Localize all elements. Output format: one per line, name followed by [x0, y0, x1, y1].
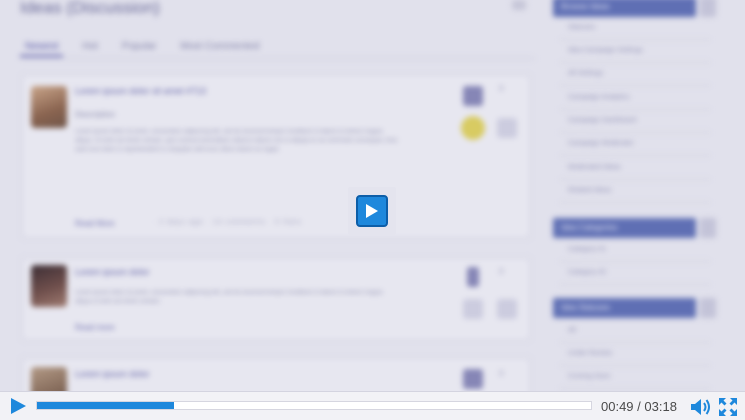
progress-fill [37, 402, 175, 409]
tab-most-commented: Most Commented [180, 41, 260, 52]
post-title: Lorem ipsum dolor [75, 369, 150, 379]
sidebar-item-label: Related Ideas [568, 187, 612, 194]
sidebar-section-title: Idea Statuses [561, 303, 610, 312]
player-control-bar: 00:49 / 03:18 [0, 391, 745, 420]
sidebar-item: Under Review [560, 344, 710, 366]
sidebar-item: Campaign Dashboard [560, 111, 710, 133]
sidebar-item-label: Coming Soon [568, 373, 611, 380]
volume-icon [691, 399, 710, 415]
sidebar-section-title: Idea Categories [561, 223, 618, 232]
progress-bar[interactable] [36, 401, 592, 410]
post-card: Lorem ipsum dolor 0 [22, 358, 530, 391]
sidebar-section-header: Browse Ideas [553, 0, 696, 17]
sidebar-item: Statuses [560, 18, 710, 40]
sidebar-section-header: Idea Statuses [553, 298, 696, 318]
play-icon [11, 398, 26, 414]
sidebar-item-label: Category #2 [568, 269, 607, 276]
sidebar-item-label: Campaign Moderator [568, 140, 634, 147]
vote-count: 0 [499, 267, 504, 276]
tab-bar: Newest Hot Popular Most Commented [20, 38, 264, 57]
upvote-icon [463, 86, 483, 106]
play-button[interactable] [6, 396, 30, 416]
post-text: Lorem ipsum dolor sit amet, consectetur … [75, 290, 383, 305]
post-meta: · 2 days ago · 14 comments · 5 likes [153, 219, 302, 226]
sidebar-item: Moderated Ideas [560, 158, 710, 180]
fullscreen-button[interactable] [718, 397, 738, 417]
sidebar-section-toggle [700, 218, 716, 238]
upvote-icon [463, 369, 483, 389]
award-icon [461, 116, 485, 140]
post-subtitle: Description [75, 110, 116, 119]
comment-icon [497, 118, 517, 138]
sidebar-item: Campaign Moderator [560, 134, 710, 156]
sidebar-item: Campaign Analytics [560, 88, 710, 110]
avatar [31, 367, 67, 391]
vote-count: 0 [499, 369, 504, 378]
tab-newest: Newest [20, 38, 64, 57]
sidebar-section-header: Idea Categories [553, 218, 696, 238]
post-read-more-link: Read more [75, 323, 115, 332]
sidebar-item-label: Idea Campaign Settings [568, 47, 643, 54]
post-title: Lorem ipsum dolor sit amet #713 [75, 86, 207, 96]
sidebar-item: Coming Soon [560, 367, 710, 389]
sidebar-item: Category #2 [560, 263, 710, 285]
sidebar-item-label: Statuses [568, 24, 596, 31]
sidebar-item: All [560, 321, 710, 343]
post-title: Lorem ipsum dolor [75, 267, 150, 277]
sidebar-section-toggle [700, 298, 716, 318]
sidebar-item: Related Ideas [560, 181, 710, 203]
share-icon [463, 299, 483, 319]
sidebar-item-label: Under Review [568, 350, 612, 357]
sidebar-item-label: Category #1 [568, 246, 607, 253]
tab-hot: Hot [82, 41, 98, 52]
comment-icon [497, 299, 517, 319]
post-card: Lorem ipsum dolor Lorem ipsum dolor sit … [22, 258, 530, 340]
video-frame[interactable]: Ideas (Discussion) Newest Hot Popular Mo… [0, 0, 745, 391]
current-time: 00:49 [601, 399, 634, 414]
duration: 03:18 [644, 399, 677, 414]
post-card: Lorem ipsum dolor sit amet #713 Descript… [22, 75, 530, 238]
post-read-more-link: Read More [75, 219, 115, 228]
avatar [31, 265, 67, 307]
time-display: 00:49 / 03:18 [601, 399, 677, 414]
upvote-icon [467, 267, 479, 287]
page-title: Ideas (Discussion) [20, 0, 160, 17]
sidebar-item-label: Campaign Analytics [568, 94, 630, 101]
page-title-action [512, 0, 526, 10]
sidebar-item-label: All [568, 327, 576, 334]
avatar [31, 86, 67, 128]
sidebar-item: Idea Campaign Settings [560, 41, 710, 63]
sidebar-item: Category #1 [560, 240, 710, 262]
sidebar-section-title: Browse Ideas [561, 2, 610, 11]
post-text: Lorem ipsum dolor sit amet, consectetur … [75, 129, 398, 153]
sidebar-item-label: All Settings [568, 70, 604, 77]
sidebar-item-label: Campaign Dashboard [568, 117, 637, 124]
volume-button[interactable] [690, 397, 712, 417]
center-play-icon-box [356, 195, 388, 227]
tab-popular: Popular [121, 41, 157, 52]
sidebar-item: All Settings [560, 64, 710, 86]
tabs-divider [20, 58, 535, 59]
sidebar-section-toggle [700, 0, 716, 17]
sidebar-item-label: Moderated Ideas [568, 164, 621, 171]
fullscreen-icon [719, 398, 737, 416]
play-icon [366, 204, 378, 218]
vote-count: 0 [499, 84, 504, 93]
time-separator: / [637, 399, 641, 414]
center-play-button[interactable] [348, 187, 396, 235]
